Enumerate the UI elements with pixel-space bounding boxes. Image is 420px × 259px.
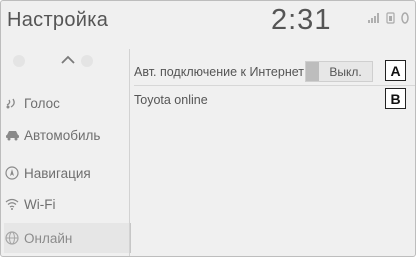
sidebar-item-voice[interactable]: Голос (4, 88, 129, 118)
sidebar-item-label: Автомобиль (24, 127, 101, 143)
car-icon (4, 127, 20, 143)
callout-label-a: A (385, 60, 406, 81)
header-bar: Настройка 2:31 (1, 1, 415, 41)
status-zero-icon (401, 12, 409, 24)
toggle-indicator (306, 62, 319, 81)
sidebar-item-label: Голос (24, 95, 60, 111)
scroll-up-button[interactable] (55, 52, 81, 68)
sidebar-item-label: Навигация (24, 165, 91, 181)
settings-list: Авт. подключение к Интернет Выкл. A Toyo… (134, 58, 415, 113)
sidebar-item-label: Онлайн (24, 230, 73, 246)
setting-label: Toyota online (134, 92, 208, 107)
settings-screen: Настройка 2:31 Голос Автомобиль Навигаци… (0, 0, 416, 257)
sidebar-item-label: Wi-Fi (24, 196, 56, 212)
auto-connect-toggle[interactable]: Выкл. (305, 61, 373, 82)
navigation-icon (4, 165, 20, 181)
voice-icon (4, 95, 20, 111)
page-title: Настройка (7, 9, 109, 31)
wifi-icon (4, 196, 20, 212)
status-indicators (368, 12, 409, 24)
phone-battery-icon (386, 12, 395, 24)
setting-row-toyota-online[interactable]: Toyota online B (134, 85, 415, 113)
setting-row-auto-connect[interactable]: Авт. подключение к Интернет Выкл. A (134, 58, 415, 85)
sidebar-item-vehicle[interactable]: Автомобиль (4, 120, 129, 150)
callout-label-b: B (385, 88, 406, 109)
globe-icon (4, 230, 20, 246)
setting-label: Авт. подключение к Интернет (134, 64, 304, 79)
sidebar: Голос Автомобиль Навигация Wi-Fi Онлайн (1, 71, 131, 256)
signal-icon (368, 13, 380, 23)
chevron-up-icon (61, 51, 75, 69)
panel-divider (129, 49, 130, 256)
sidebar-item-online[interactable]: Онлайн (4, 223, 131, 253)
clock: 2:31 (271, 4, 332, 36)
toggle-value: Выкл. (329, 64, 362, 79)
sidebar-item-navigation[interactable]: Навигация (4, 158, 129, 188)
sidebar-item-wifi[interactable]: Wi-Fi (4, 189, 129, 219)
